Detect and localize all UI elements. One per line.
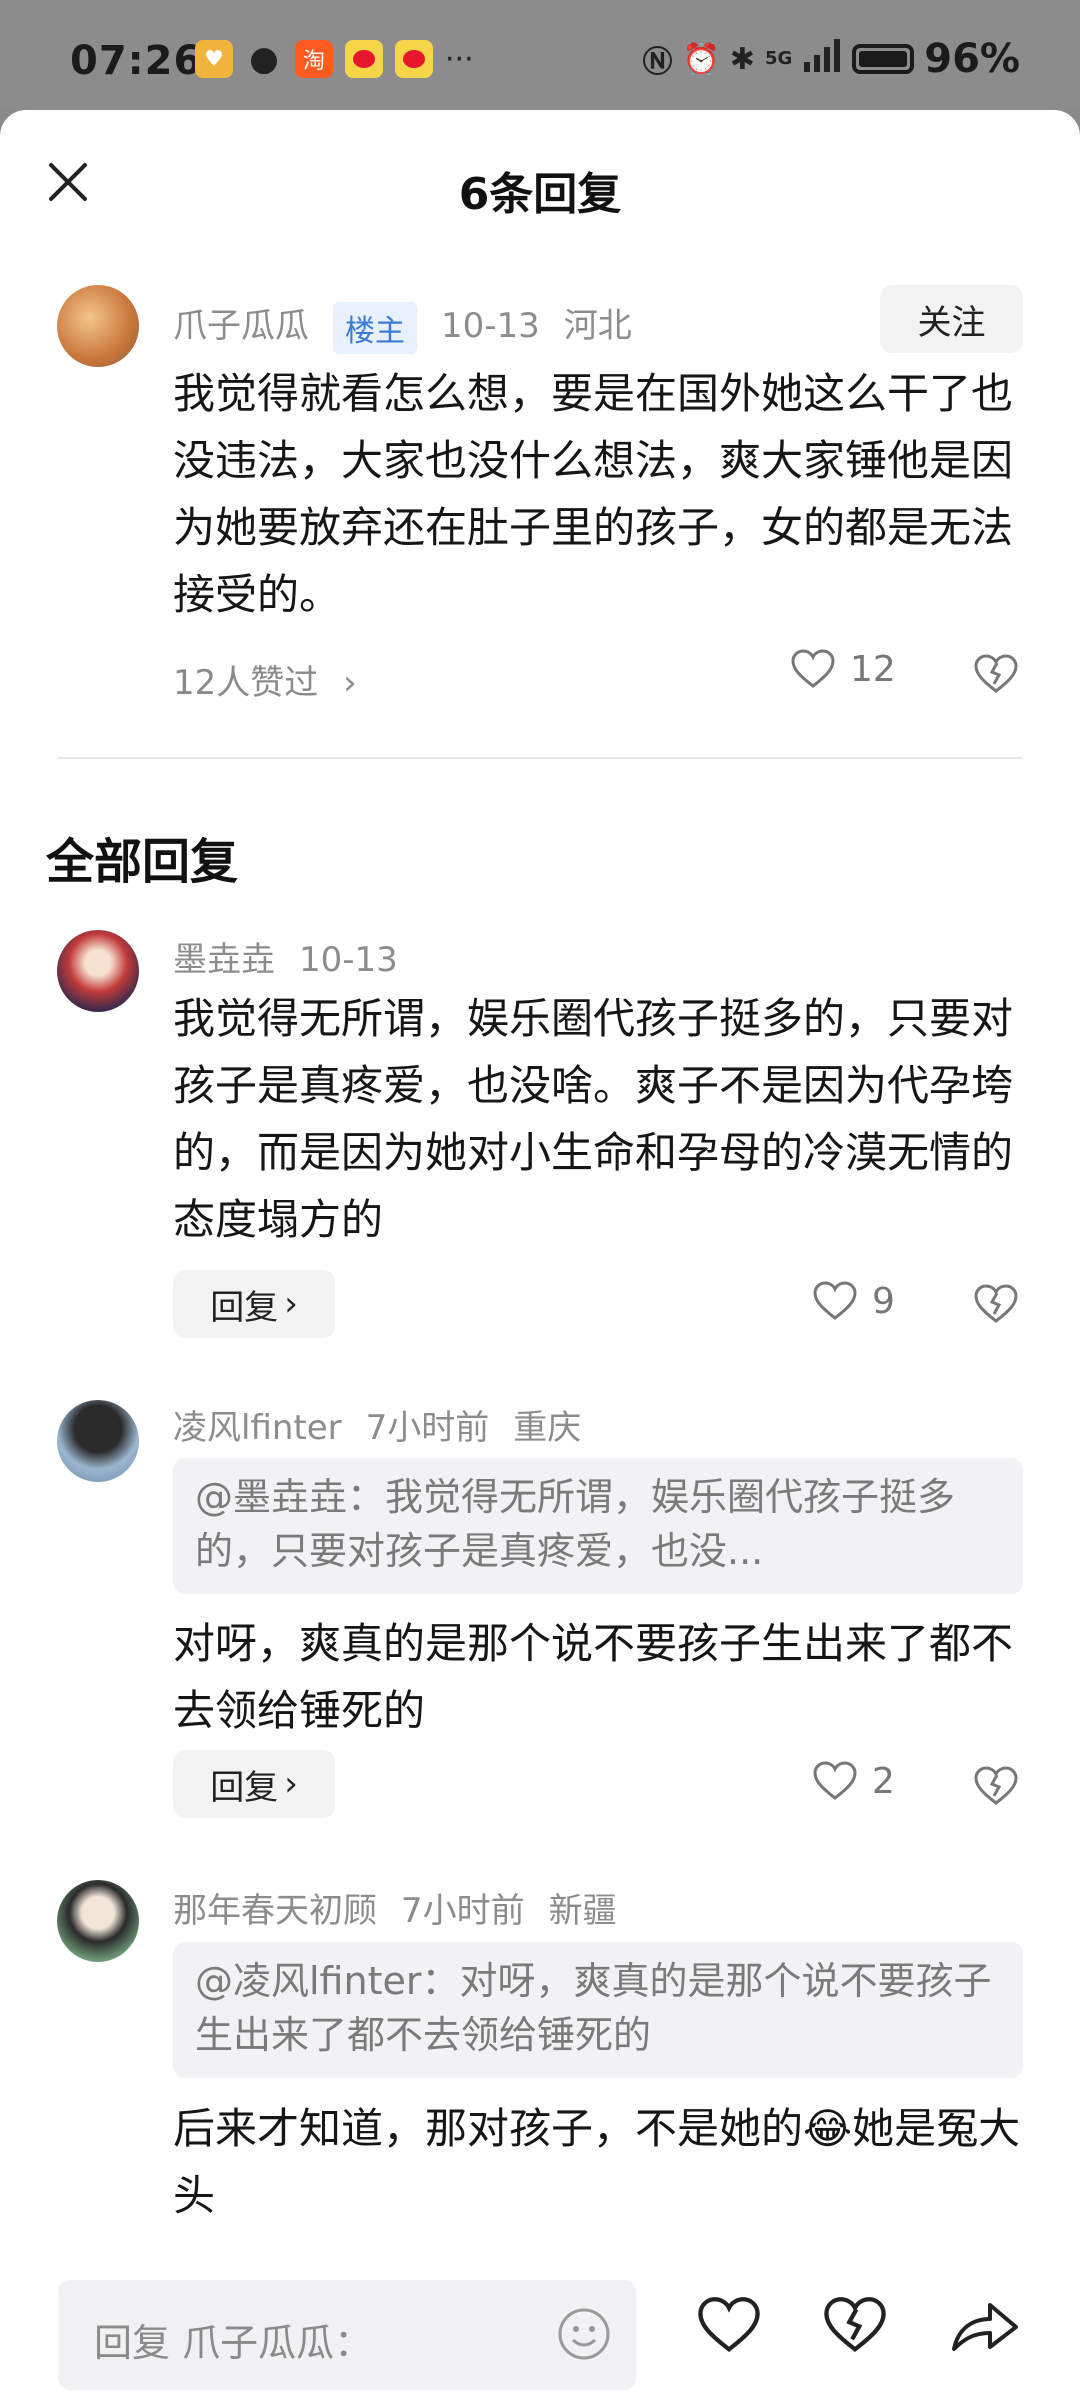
comment-date: 10-13 xyxy=(441,306,540,346)
like-control[interactable]: 9 xyxy=(812,1280,895,1322)
liked-by-text: 12人赞过 xyxy=(173,663,319,703)
reply-text: 后来才知道，那对孩子，不是她的😂她是冤大头 xyxy=(173,2095,1033,2229)
weibo-icon xyxy=(345,40,383,78)
section-title: 全部回复 xyxy=(46,834,239,890)
dislike-icon[interactable] xyxy=(822,2295,888,2359)
follow-button[interactable]: 关注 xyxy=(880,285,1023,353)
heart-icon[interactable] xyxy=(812,1760,858,1802)
alarm-icon: ⏰ xyxy=(682,41,720,77)
divider xyxy=(58,757,1022,759)
more-notifications-icon: ··· xyxy=(445,41,474,77)
reply-label: 回复 xyxy=(210,1287,279,1328)
laughing-crying-emoji-icon: 😂 xyxy=(803,2104,853,2153)
chevron-right-icon: › xyxy=(284,1284,298,1324)
reply-meta: 墨垚垚 10-13 xyxy=(173,932,422,981)
author-name[interactable]: 凌风lfinter xyxy=(173,1408,342,1448)
quoted-reply[interactable]: @凌风lfinter：对呀，爽真的是那个说不要孩子生出来了都不去领给锤死的 xyxy=(173,1942,1023,2078)
avatar[interactable] xyxy=(57,930,139,1012)
like-count: 2 xyxy=(872,1760,895,1802)
avatar[interactable] xyxy=(57,1400,139,1482)
battery-percent: 96% xyxy=(924,36,1020,82)
page-title: 6条回复 xyxy=(458,169,622,220)
bottom-bar: 回复 爪子瓜瓜： xyxy=(0,2240,1080,2397)
reply-text: 对呀，爽真的是那个说不要孩子生出来了都不去领给锤死的 xyxy=(173,1619,1014,1735)
like-control[interactable]: 2 xyxy=(812,1760,895,1802)
reply-text-part: 后来才知道，那对孩子，不是她的 xyxy=(173,2104,804,2153)
chevron-right-icon: › xyxy=(284,1764,298,1804)
liked-by-link[interactable]: 12人赞过 › xyxy=(173,655,357,704)
weibo-icon xyxy=(395,40,433,78)
like-count: 12 xyxy=(850,648,896,690)
like-control[interactable]: 12 xyxy=(790,648,896,690)
author-name[interactable]: 墨垚垚 xyxy=(173,940,275,980)
emoji-icon[interactable] xyxy=(556,2306,612,2366)
reply-date: 10-13 xyxy=(299,940,398,980)
dislike-icon[interactable] xyxy=(973,1765,1019,1807)
share-icon[interactable] xyxy=(950,2295,1020,2359)
reply-text: 我觉得无所谓，娱乐圈代孩子挺多的，只要对孩子是真疼爱，也没啥。爽子不是因为代孕垮… xyxy=(173,994,1014,1244)
battery-icon xyxy=(852,44,915,74)
network-type: 5G xyxy=(764,48,793,69)
owner-badge: 楼主 xyxy=(333,301,417,354)
like-count: 9 xyxy=(872,1280,895,1322)
reply-date: 7小时前 xyxy=(401,1891,525,1931)
nfc-icon: Ⓝ xyxy=(642,45,673,80)
author-name[interactable]: 那年春天初顾 xyxy=(173,1891,377,1931)
reply-location: 新疆 xyxy=(548,1891,617,1931)
reply-sheet: 6条回复 爪子瓜瓜 楼主 10-13 河北 关注 我觉得就看怎么想，要是在国外她这么干… xyxy=(0,110,1080,2397)
status-bar: 07:26 ♥ ● 淘 ··· Ⓝ ⏰ ✱ 5G 96% xyxy=(0,0,1080,110)
comment-meta: 爪子瓜瓜 楼主 10-13 河北 xyxy=(173,298,656,354)
dislike-icon[interactable] xyxy=(973,1283,1019,1325)
reply-date: 7小时前 xyxy=(365,1408,490,1448)
reply-input[interactable]: 回复 爪子瓜瓜： xyxy=(58,2280,636,2390)
chevron-right-icon: › xyxy=(343,663,357,703)
avatar[interactable] xyxy=(57,285,139,367)
quoted-reply[interactable]: @墨垚垚：我觉得无所谓，娱乐圈代孩子挺多的，只要对孩子是真疼爱，也没... xyxy=(173,1458,1023,1594)
wechat-icon: ● xyxy=(245,39,283,79)
reply-input-placeholder: 回复 爪子瓜瓜： xyxy=(94,2321,373,2365)
reply-label: 回复 xyxy=(210,1767,279,1808)
reply-button[interactable]: 回复 › xyxy=(173,1270,335,1338)
taobao-icon: 淘 xyxy=(295,40,333,78)
comment-location: 河北 xyxy=(563,306,632,346)
signal-icon xyxy=(802,38,842,80)
author-name[interactable]: 爪子瓜瓜 xyxy=(173,306,309,346)
dislike-icon[interactable] xyxy=(973,653,1019,695)
reply-location: 重庆 xyxy=(513,1408,582,1448)
comment-text: 我觉得就看怎么想，要是在国外她这么干了也没违法，大家也没什么想法，爽大家锤他是因… xyxy=(173,369,1014,619)
bluetooth-icon: ✱ xyxy=(729,41,755,77)
avatar[interactable] xyxy=(57,1880,139,1962)
heart-icon[interactable] xyxy=(812,1280,858,1322)
reply-meta: 那年春天初顾 7小时前 新疆 xyxy=(173,1883,641,1932)
reply-button[interactable]: 回复 › xyxy=(173,1750,335,1818)
wallet-app-icon: ♥ xyxy=(195,40,233,78)
status-time: 07:26 xyxy=(70,38,203,84)
reply-meta: 凌风lfinter 7小时前 重庆 xyxy=(173,1400,605,1449)
heart-icon[interactable] xyxy=(696,2295,762,2359)
heart-icon[interactable] xyxy=(790,648,836,690)
